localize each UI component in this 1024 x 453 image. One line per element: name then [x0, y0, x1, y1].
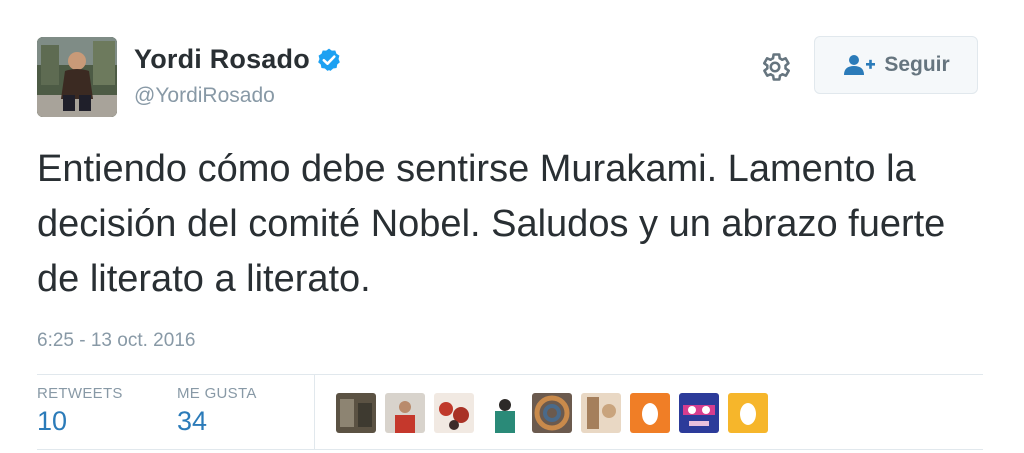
liker-avatar[interactable] — [630, 393, 670, 433]
follow-button[interactable]: Seguir — [814, 36, 978, 94]
retweets-label: RETWEETS — [37, 385, 123, 402]
liker-avatar[interactable] — [679, 393, 719, 433]
likes-label: ME GUSTA — [177, 385, 257, 402]
user-handle[interactable]: @YordiRosado — [134, 84, 275, 108]
tweet-stats-bar: RETWEETS 10 ME GUSTA 34 — [37, 374, 983, 450]
gear-icon[interactable] — [758, 50, 792, 84]
likers-avatars — [336, 393, 777, 433]
avatar[interactable] — [37, 37, 117, 117]
liker-avatar[interactable] — [434, 393, 474, 433]
liker-avatar[interactable] — [532, 393, 572, 433]
retweets-stat[interactable]: RETWEETS 10 — [37, 385, 123, 437]
verified-badge-icon — [318, 48, 340, 71]
liker-avatar[interactable] — [483, 393, 523, 433]
liker-avatar[interactable] — [581, 393, 621, 433]
tweet-timestamp[interactable]: 6:25 - 13 oct. 2016 — [37, 330, 195, 352]
avatar-photo — [37, 37, 117, 117]
retweets-count: 10 — [37, 406, 68, 436]
tweet-card: Yordi Rosado @YordiRosado Seguir Entiend… — [0, 0, 1024, 453]
add-user-icon — [844, 55, 876, 75]
stats-divider — [314, 375, 315, 449]
user-name-row: Yordi Rosado — [134, 44, 342, 75]
display-name[interactable]: Yordi Rosado — [134, 44, 310, 75]
liker-avatar[interactable] — [385, 393, 425, 433]
liker-avatar[interactable] — [336, 393, 376, 433]
likes-count: 34 — [177, 406, 208, 436]
likes-stat[interactable]: ME GUSTA 34 — [177, 385, 257, 437]
tweet-text: Entiendo cómo debe sentirse Murakami. La… — [37, 148, 946, 300]
liker-avatar[interactable] — [728, 393, 768, 433]
follow-button-label: Seguir — [884, 53, 950, 76]
